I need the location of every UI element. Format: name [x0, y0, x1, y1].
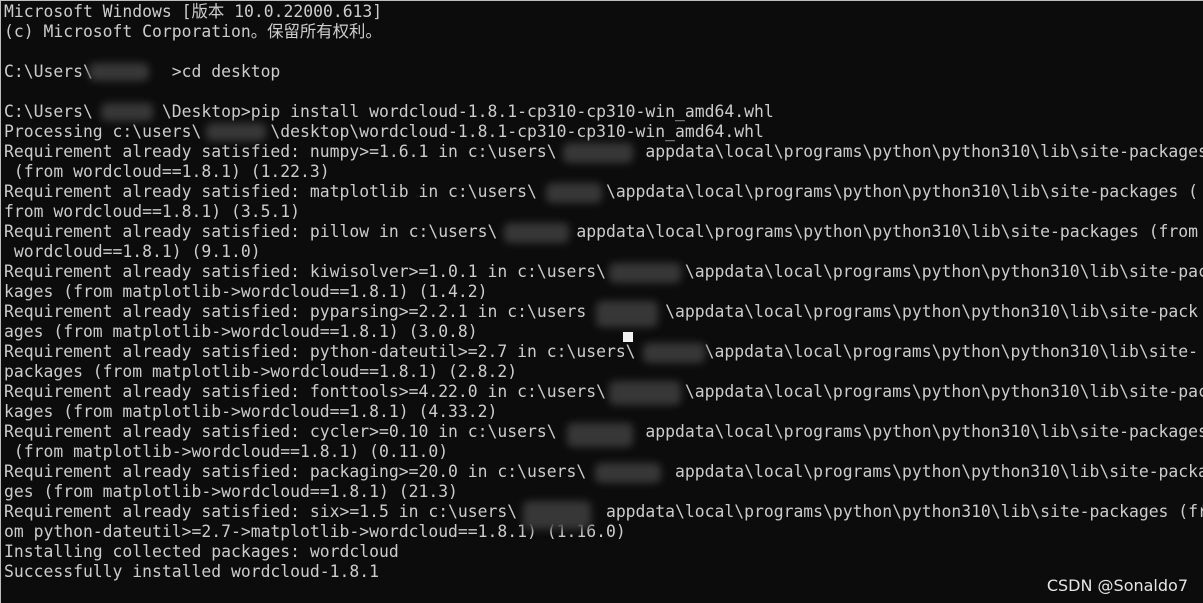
cursor-block: [623, 332, 633, 342]
redaction-blur: [609, 381, 681, 405]
redaction-blur: [643, 343, 705, 363]
terminal-line: Requirement already satisfied: kiwisolve…: [4, 262, 1203, 281]
terminal-line: packages (from matplotlib->wordcloud==1.…: [4, 362, 518, 381]
terminal-line: Requirement already satisfied: python-da…: [4, 342, 1199, 361]
terminal-window[interactable]: Microsoft Windows [版本 10.0.22000.613] (c…: [0, 0, 1203, 603]
terminal-line: om python-dateutil>=2.7->matplotlib->wor…: [4, 522, 626, 541]
terminal-line: Successfully installed wordcloud-1.8.1: [4, 562, 379, 581]
terminal-line: Requirement already satisfied: matplotli…: [4, 182, 1199, 201]
terminal-line: C:\Users\ >cd desktop: [4, 62, 281, 81]
terminal-line: Requirement already satisfied: fonttools…: [4, 382, 1203, 401]
redaction-blur: [101, 103, 153, 121]
redaction-blur: [596, 301, 658, 327]
terminal-line: Installing collected packages: wordcloud: [4, 542, 399, 561]
terminal-line: from wordcloud==1.8.1) (3.5.1): [4, 202, 301, 221]
redaction-blur: [563, 143, 633, 163]
redaction-blur: [546, 183, 602, 203]
redaction-blur: [609, 263, 681, 283]
terminal-line: kages (from matplotlib->wordcloud==1.8.1…: [4, 402, 498, 421]
redaction-blur: [206, 123, 266, 141]
terminal-line: kages (from matplotlib->wordcloud==1.8.1…: [4, 282, 488, 301]
redaction-blur: [567, 423, 633, 447]
terminal-line: (c) Microsoft Corporation。保留所有权利。: [4, 22, 382, 41]
terminal-line: ges (from matplotlib->wordcloud==1.8.1) …: [4, 482, 458, 501]
redaction-blur: [504, 223, 569, 243]
terminal-line: Processing c:\users\ \desktop\wordcloud-…: [4, 122, 764, 141]
terminal-line: Microsoft Windows [版本 10.0.22000.613]: [4, 2, 383, 21]
terminal-line: C:\Users\ \Desktop>pip install wordcloud…: [4, 102, 774, 121]
redaction-blur: [595, 463, 661, 483]
terminal-output: Microsoft Windows [版本 10.0.22000.613] (c…: [4, 2, 1203, 582]
terminal-line: wordcloud==1.8.1) (9.1.0): [4, 242, 261, 261]
redaction-blur: [89, 63, 149, 81]
watermark: CSDN @Sonaldo7: [1046, 576, 1188, 595]
redaction-blur: [523, 501, 591, 529]
terminal-line: (from wordcloud==1.8.1) (1.22.3): [4, 162, 330, 181]
terminal-line: Requirement already satisfied: pillow in…: [4, 222, 1199, 241]
terminal-line: Requirement already satisfied: six>=1.5 …: [4, 502, 1203, 521]
